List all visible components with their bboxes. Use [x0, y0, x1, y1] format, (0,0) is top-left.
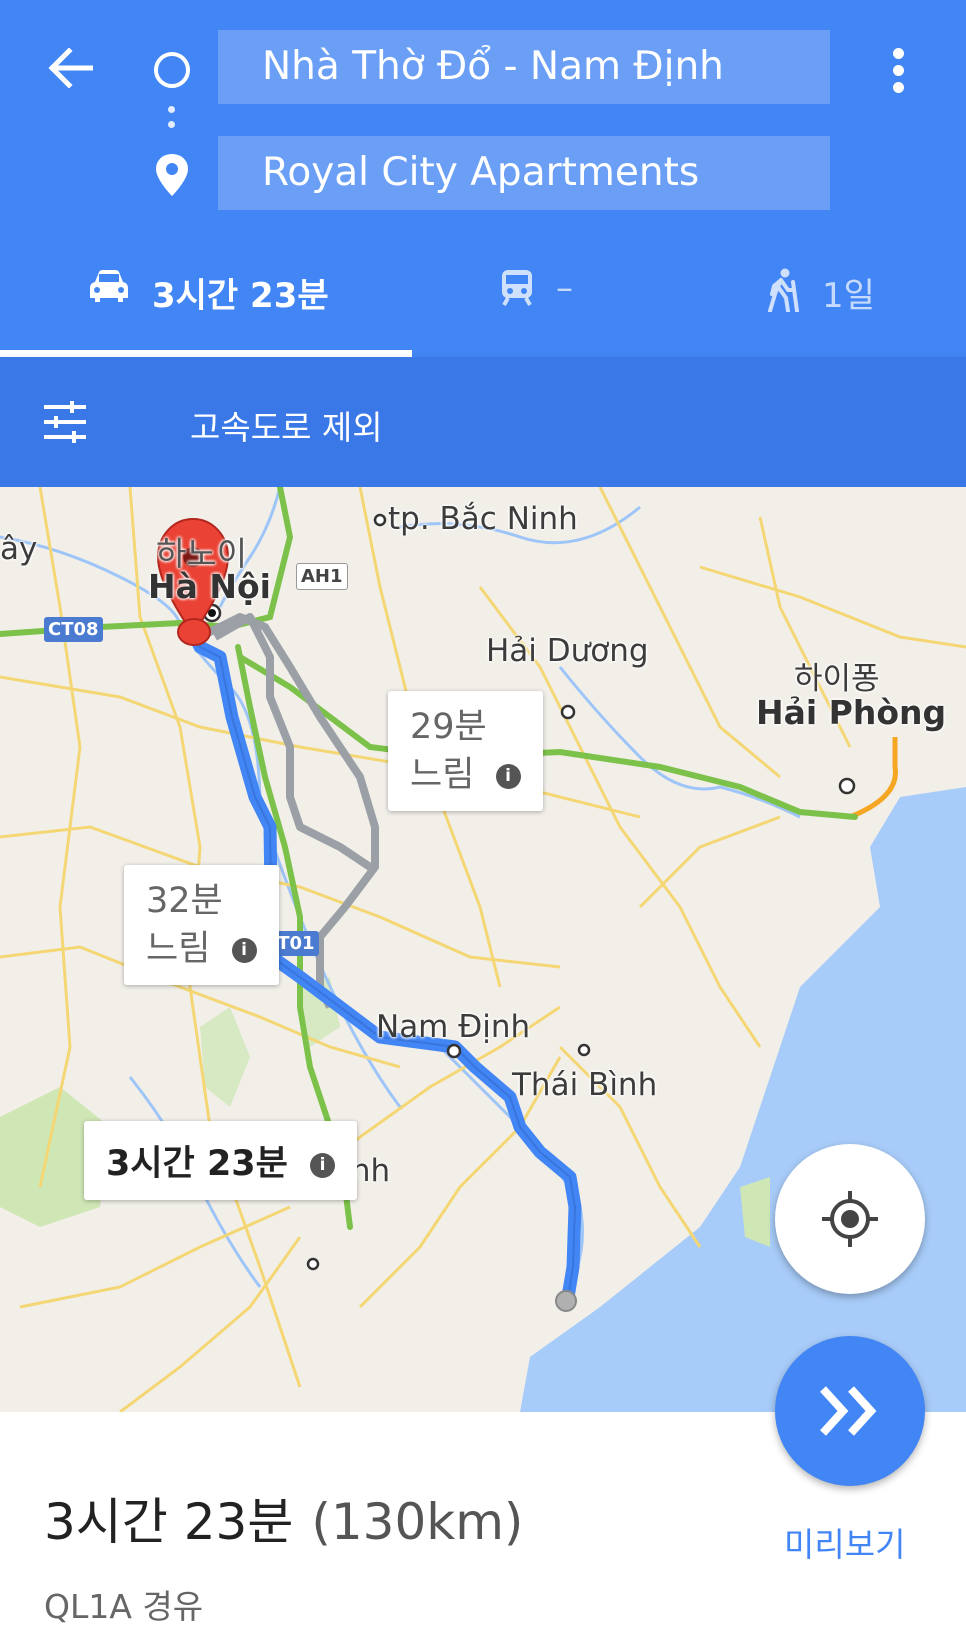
- tab-driving[interactable]: 3시간 23분: [88, 240, 329, 357]
- my-location-icon: [822, 1191, 878, 1247]
- info-icon: i: [310, 1152, 336, 1178]
- map-label-hanoi: Hà Nội: [148, 567, 271, 606]
- train-icon: [500, 268, 534, 315]
- route-summary: 3시간 23분 (130km): [44, 1482, 523, 1554]
- tab-walking-label: 1일: [822, 276, 875, 316]
- road-shield-ct08: CT08: [44, 617, 103, 642]
- map-label-hai-duong: Hải Dương: [486, 633, 649, 669]
- arrow-left-icon: [48, 48, 93, 88]
- destination-field[interactable]: Royal City Apartments: [218, 136, 830, 210]
- alt-route-2-slower: 느림: [146, 929, 211, 969]
- double-chevron-right-icon: [820, 1386, 877, 1436]
- route-distance: (130km): [311, 1493, 524, 1551]
- tab-driving-label: 3시간 23분: [152, 276, 329, 316]
- destination-pin-icon: [156, 154, 188, 196]
- map-label-haiphong-korean: 하이퐁: [794, 661, 880, 697]
- more-vert-icon: [892, 47, 904, 59]
- alt-route-callout-1[interactable]: 29분 느림 i: [388, 691, 543, 811]
- map-label-tay: ây: [0, 531, 38, 567]
- car-icon: [88, 268, 130, 313]
- alt-route-1-slower: 느림: [410, 755, 475, 795]
- alt-route-1-time: 29분: [410, 707, 487, 747]
- info-icon: i: [495, 763, 521, 789]
- tab-transit-label: –: [556, 268, 573, 308]
- origin-circle-icon: [154, 52, 190, 88]
- travel-mode-tabs: 3시간 23분 – 1일: [0, 240, 966, 357]
- walk-icon: [766, 268, 800, 321]
- selected-tab-indicator: [0, 350, 412, 357]
- alt-route-2-time: 32분: [146, 881, 223, 921]
- more-options-button[interactable]: [876, 40, 920, 100]
- main-route-callout[interactable]: 3시간 23분 i: [84, 1121, 358, 1200]
- main-route-time: 3시간 23분: [106, 1144, 288, 1184]
- tab-transit[interactable]: –: [500, 240, 573, 357]
- route-connector-dots: [168, 106, 176, 136]
- info-icon: i: [231, 937, 257, 963]
- map-label-hai-phong: Hải Phòng: [756, 693, 947, 732]
- tune-icon: [44, 401, 86, 443]
- route-options-bar[interactable]: 고속도로 제외: [0, 357, 966, 487]
- road-shield-ah1: AH1: [296, 563, 348, 590]
- tab-walking[interactable]: 1일: [766, 240, 875, 357]
- my-location-button[interactable]: [775, 1144, 925, 1294]
- origin-field[interactable]: Nhà Thờ Đổ - Nam Định: [218, 30, 830, 104]
- route-via: QL1A 경유: [44, 1587, 204, 1626]
- start-preview-button[interactable]: [775, 1336, 925, 1486]
- preview-label[interactable]: 미리보기: [784, 1518, 905, 1566]
- alt-route-callout-2[interactable]: 32분 느림 i: [124, 865, 279, 985]
- map-label-nam-dinh: Nam Định: [376, 1009, 531, 1045]
- directions-header: Nhà Thờ Đổ - Nam Định Royal City Apartme…: [0, 0, 966, 357]
- map-label-thai-binh: Thái Bình: [512, 1067, 658, 1103]
- back-button[interactable]: [38, 36, 102, 100]
- route-duration: 3시간 23분: [44, 1493, 294, 1551]
- map-label-bac-ninh: tp. Bắc Ninh: [388, 501, 578, 537]
- avoid-highways-label: 고속도로 제외: [190, 408, 383, 447]
